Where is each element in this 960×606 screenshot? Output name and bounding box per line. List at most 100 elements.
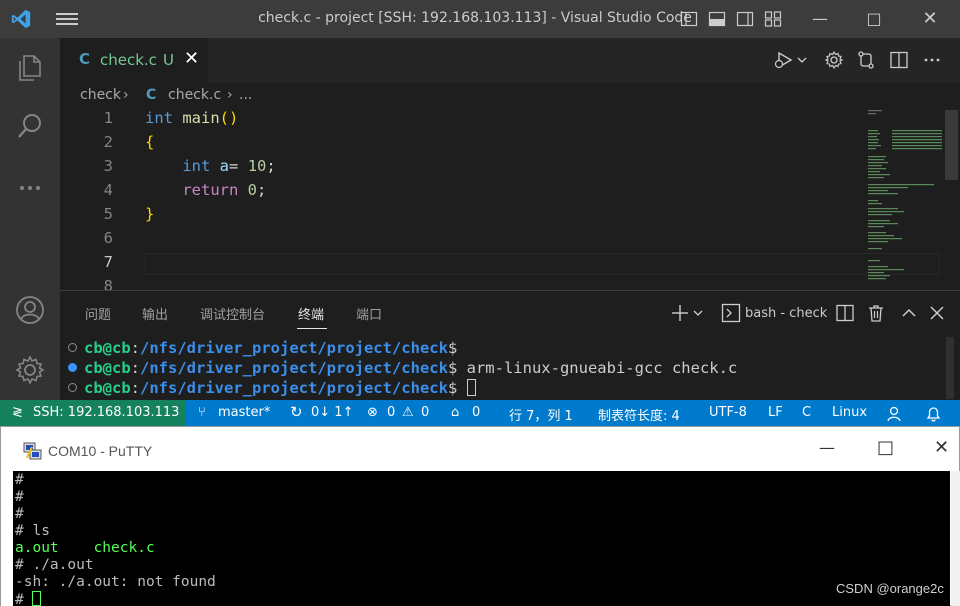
line-number: 6: [103, 229, 113, 247]
maximize-panel-chevron-up-icon[interactable]: [899, 303, 919, 323]
command-decoration-icon[interactable]: [68, 343, 77, 352]
toggle-primary-sidebar-icon[interactable]: [680, 10, 698, 28]
close-button[interactable]: ✕: [916, 6, 944, 32]
compare-changes-icon[interactable]: [856, 50, 876, 70]
explorer-icon[interactable]: [14, 52, 46, 84]
maximize-button[interactable]: □: [860, 6, 888, 32]
line-number: 8: [103, 277, 113, 290]
putty-text: [59, 540, 94, 556]
encoding[interactable]: UTF-8: [709, 405, 747, 420]
split-terminal-icon[interactable]: [835, 303, 855, 323]
indentation[interactable]: 制表符长度: 4: [598, 405, 680, 424]
tab-problems[interactable]: 问题: [85, 304, 111, 323]
configure-task-gear-icon[interactable]: [824, 50, 844, 70]
account-icon[interactable]: [14, 294, 46, 326]
search-icon[interactable]: [14, 110, 46, 142]
terminal-line: cb@cb:/nfs/driver_project/project/check$…: [68, 359, 737, 377]
code-line[interactable]: int a= 10;: [145, 157, 275, 175]
git-sync-status[interactable]: 0↓ 1↑: [311, 405, 353, 420]
scrollbar-thumb[interactable]: [945, 110, 958, 180]
terminal-command: arm-linux-gnueabi-gcc check.c: [457, 359, 738, 377]
code-token: 10: [247, 157, 267, 175]
more-actions-icon[interactable]: [922, 50, 942, 70]
code-token: main: [182, 109, 220, 127]
breadcrumb-file[interactable]: check.c: [168, 87, 221, 103]
putty-text: #: [15, 472, 24, 488]
terminal-name[interactable]: bash - check: [745, 306, 827, 321]
kill-terminal-trash-icon[interactable]: [866, 303, 886, 323]
error-count[interactable]: 0: [387, 405, 395, 420]
git-branch[interactable]: master*: [218, 405, 270, 420]
close-panel-icon[interactable]: [927, 303, 947, 323]
remote-indicator[interactable]: ≷ SSH: 192.168.103.113: [0, 400, 186, 426]
tab-ports[interactable]: 端口: [356, 304, 382, 323]
tab-debug-console[interactable]: 调试控制台: [200, 304, 265, 323]
forwarded-ports-count[interactable]: 0: [472, 405, 480, 420]
code-line[interactable]: {: [145, 133, 154, 151]
prompt-user: cb@cb: [84, 379, 131, 397]
putty-line: #: [15, 506, 24, 522]
more-icon[interactable]: [14, 172, 46, 204]
prompt-separator: :: [130, 339, 141, 357]
sync-icon[interactable]: ↻: [290, 403, 303, 421]
minimap[interactable]: [866, 108, 944, 290]
putty-scrollbar[interactable]: [951, 471, 960, 606]
tab-check-c[interactable]: C check.c U ✕: [60, 38, 208, 82]
minimize-button[interactable]: —: [806, 6, 834, 32]
tab-terminal[interactable]: 终端: [298, 304, 324, 323]
editor-scrollbar[interactable]: [944, 108, 960, 290]
tab-output[interactable]: 输出: [142, 304, 168, 323]
code-token: int: [182, 157, 211, 175]
current-line-highlight: [145, 253, 940, 275]
language-mode[interactable]: C: [802, 405, 811, 420]
code-token: (): [219, 109, 239, 127]
line-number: 4: [103, 181, 113, 199]
close-tab-icon[interactable]: ✕: [184, 48, 199, 69]
os-indicator[interactable]: Linux: [832, 405, 867, 420]
breadcrumb-folder[interactable]: check: [80, 87, 121, 103]
end-of-line[interactable]: LF: [768, 405, 783, 420]
prompt-user: cb@cb: [84, 359, 131, 377]
terminal-scrollbar[interactable]: [946, 337, 954, 399]
putty-line: #: [15, 489, 24, 505]
ports-broadcast-icon[interactable]: ⌂: [451, 405, 459, 420]
code-line[interactable]: }: [145, 205, 154, 223]
prompt-symbol: $: [447, 379, 458, 397]
putty-line: #: [15, 472, 24, 488]
warning-icon[interactable]: ⚠: [402, 405, 414, 420]
code-editor[interactable]: 1 int main() 2 {3 int a= 10; 4 return 0; 5} 6 7…: [60, 108, 960, 290]
customize-layout-icon[interactable]: [764, 10, 782, 28]
code-line[interactable]: return 0;: [145, 181, 266, 199]
new-terminal-icon[interactable]: [670, 303, 704, 323]
code-line[interactable]: int main(): [145, 109, 238, 127]
cursor-position[interactable]: 行 7，列 1: [509, 405, 573, 424]
warning-count[interactable]: 0: [421, 405, 429, 420]
toggle-secondary-sidebar-icon[interactable]: [736, 10, 754, 28]
putty-text: #: [15, 592, 33, 606]
putty-line: -sh: ./a.out: not found: [15, 574, 216, 590]
command-decoration-icon[interactable]: [68, 383, 77, 392]
terminal-cursor: [466, 379, 476, 396]
watermark: CSDN @orange2c: [836, 581, 944, 596]
toggle-panel-icon[interactable]: [708, 10, 726, 28]
line-number: 7: [103, 253, 113, 271]
putty-terminal[interactable]: # # # # ls a.out check.c # ./a.out -sh: ./a.ou…: [13, 471, 950, 606]
run-debug-icon[interactable]: [773, 50, 807, 70]
code-token: =: [229, 157, 248, 175]
feedback-icon[interactable]: [886, 405, 903, 422]
error-icon[interactable]: ⊗: [367, 405, 378, 420]
notifications-bell-icon[interactable]: [925, 405, 942, 422]
c-file-icon: C: [146, 87, 157, 103]
putty-text: #: [15, 489, 24, 505]
split-editor-icon[interactable]: [889, 50, 909, 70]
command-decoration-icon[interactable]: [68, 363, 77, 372]
breadcrumb-symbols[interactable]: ...: [239, 87, 252, 103]
putty-minimize-button[interactable]: —: [819, 438, 835, 457]
putty-maximize-button[interactable]: □: [877, 437, 894, 458]
line-number: 3: [103, 157, 113, 175]
settings-gear-icon[interactable]: [14, 354, 46, 386]
status-bar: ≷ SSH: 192.168.103.113 ⑂ master* ↻ 0↓ 1↑…: [0, 400, 960, 426]
putty-close-button[interactable]: ✕: [934, 437, 949, 458]
